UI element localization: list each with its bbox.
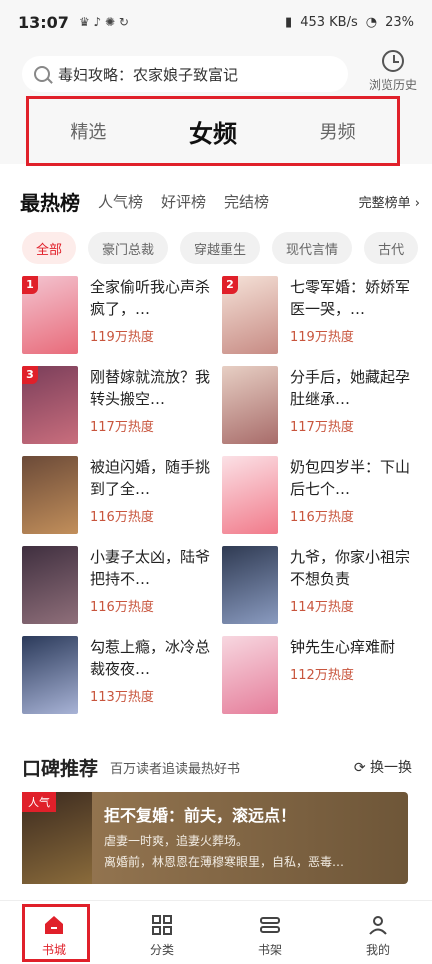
- book-cover: [222, 456, 278, 534]
- book-item[interactable]: 1 全家偷听我心声杀疯了，… 119万热度: [22, 276, 212, 354]
- book-cover: [222, 366, 278, 444]
- book-info: 拒不复婚：前夫，滚远点！ 虐妻一时爽，追妻火葬场。 离婚前，林恩恩在薄穆寒眼里，…: [92, 792, 406, 884]
- book-item[interactable]: 分手后，她藏起孕肚继承… 117万热度: [222, 366, 412, 444]
- history-button[interactable]: 浏览历史: [360, 50, 426, 100]
- book-title: 七零军婚：娇娇军医一哭，…: [290, 278, 411, 318]
- rank-badge: 2: [222, 276, 238, 294]
- book-heat: 114万热度: [290, 600, 354, 615]
- recommended-book[interactable]: 人气 拒不复婚：前夫，滚远点！ 虐妻一时爽，追妻火葬场。 离婚前，林恩恩在薄穆寒…: [22, 792, 408, 884]
- grid-icon: [152, 915, 172, 935]
- chip-ancient[interactable]: 古代: [364, 232, 419, 264]
- hot-ranking-header: 最热榜 人气榜 好评榜 完结榜 完整榜单 ›: [20, 184, 420, 218]
- book-cover: [22, 546, 78, 624]
- bookshelf-icon: [260, 917, 280, 933]
- book-item[interactable]: 小妻子太凶，陆爷把持不… 116万热度: [22, 546, 212, 624]
- book-cover: 2: [222, 276, 278, 354]
- nav-highlight-box: [22, 904, 90, 962]
- nav-profile[interactable]: 我的: [324, 901, 432, 964]
- battery-level: 23%: [385, 14, 414, 30]
- hot-title: 最热榜: [20, 190, 80, 215]
- chip-rebirth[interactable]: 穿越重生: [180, 232, 261, 264]
- nav-bookshelf[interactable]: 书架: [216, 901, 324, 964]
- book-item[interactable]: 奶包四岁半：下山后七个… 116万热度: [222, 456, 412, 534]
- book-tagline: 虐妻一时爽，追妻火葬场。: [104, 834, 249, 848]
- search-input[interactable]: 毒妇攻略：农家娘子致富记: [22, 56, 348, 92]
- full-ranking-link[interactable]: 完整榜单 ›: [359, 192, 420, 211]
- nav-label: 分类: [149, 943, 174, 957]
- book-title: 九爷，你家小祖宗不想负责: [290, 548, 411, 588]
- book-cover: 1: [22, 276, 78, 354]
- book-heat: 116万热度: [290, 510, 354, 525]
- rank-tab-popular[interactable]: 人气榜: [98, 191, 143, 212]
- recommend-header: 口碑推荐 百万读者追读最热好书 ⟳ 换一换: [22, 754, 412, 780]
- book-title: 被迫闪婚，随手挑到了全…: [90, 458, 211, 498]
- rank-badge: 3: [22, 366, 38, 384]
- book-item[interactable]: 勾惹上瘾，冰冷总裁夜夜… 113万热度: [22, 636, 212, 714]
- book-item[interactable]: 2 七零军婚：娇娇军医一哭，… 119万热度: [222, 276, 412, 354]
- nav-label: 书架: [257, 943, 282, 957]
- book-heat: 117万热度: [290, 420, 354, 435]
- user-icon: [369, 916, 387, 935]
- network-speed: 453 KB/s: [300, 14, 358, 30]
- rank-tab-rated[interactable]: 好评榜: [161, 191, 206, 212]
- book-title: 勾惹上瘾，冰冷总裁夜夜…: [90, 638, 211, 678]
- rank-badge: 1: [22, 276, 38, 294]
- refresh-button[interactable]: ⟳ 换一换: [354, 757, 412, 777]
- book-heat: 119万热度: [290, 330, 354, 345]
- chip-ceo[interactable]: 豪门总裁: [88, 232, 169, 264]
- chip-all[interactable]: 全部: [22, 232, 77, 264]
- channel-tabs: 精选 女频 男频: [26, 96, 400, 166]
- book-title: 全家偷听我心声杀疯了，…: [90, 278, 211, 318]
- book-heat: 113万热度: [90, 690, 154, 705]
- book-cover: [222, 636, 278, 714]
- recommend-subtitle: 百万读者追读最热好书: [110, 761, 241, 777]
- status-bar: 13:07 ♛ ♪ ✺ ↻ ▮ 453 KB/s ◔ 23%: [0, 0, 432, 44]
- tab-female[interactable]: 女频: [189, 114, 237, 149]
- book-item[interactable]: 九爷，你家小祖宗不想负责 114万热度: [222, 546, 412, 624]
- book-item[interactable]: 被迫闪婚，随手挑到了全… 116万热度: [22, 456, 212, 534]
- history-label: 浏览历史: [368, 78, 417, 92]
- book-cover: [22, 456, 78, 534]
- rank-tab-finished[interactable]: 完结榜: [224, 191, 269, 212]
- clock-icon: [382, 50, 404, 72]
- tab-featured[interactable]: 精选: [70, 118, 106, 144]
- book-cover: 人气: [22, 792, 92, 884]
- book-title: 刚替嫁就流放？我转头搬空…: [90, 368, 211, 408]
- book-item[interactable]: 3 刚替嫁就流放？我转头搬空… 117万热度: [22, 366, 212, 444]
- book-title: 分手后，她藏起孕肚继承…: [290, 368, 411, 408]
- book-heat: 116万热度: [90, 600, 154, 615]
- book-heat: 116万热度: [90, 510, 154, 525]
- vibrate-icon: ▮: [285, 14, 293, 30]
- nav-label: 我的: [365, 943, 390, 957]
- book-summary: 离婚前，林恩恩在薄穆寒眼里，自私，恶毒…: [104, 855, 345, 869]
- search-icon: [34, 66, 50, 82]
- status-icons: ♛ ♪ ✺ ↻: [78, 15, 129, 29]
- book-heat: 119万热度: [90, 330, 154, 345]
- book-item[interactable]: 钟先生心痒难耐 112万热度: [222, 636, 412, 714]
- tab-male[interactable]: 男频: [320, 118, 356, 144]
- time: 13:07: [18, 12, 69, 32]
- wifi-icon: ◔: [365, 14, 378, 30]
- book-heat: 112万热度: [290, 668, 354, 683]
- book-title: 钟先生心痒难耐: [290, 638, 396, 656]
- book-heat: 117万热度: [90, 420, 154, 435]
- nav-category[interactable]: 分类: [108, 901, 216, 964]
- book-title: 小妻子太凶，陆爷把持不…: [90, 548, 211, 588]
- book-cover: 3: [22, 366, 78, 444]
- chip-modern[interactable]: 现代言情: [272, 232, 353, 264]
- book-title: 奶包四岁半：下山后七个…: [290, 458, 411, 498]
- book-cover: [222, 546, 278, 624]
- book-title: 拒不复婚：前夫，滚远点！: [104, 806, 297, 825]
- search-placeholder: 毒妇攻略：农家娘子致富记: [58, 65, 239, 84]
- status-right: ▮ 453 KB/s ◔ 23%: [285, 15, 414, 30]
- book-cover: [22, 636, 78, 714]
- category-chips: 全部 豪门总裁 穿越重生 现代言情 古代: [22, 232, 432, 266]
- popular-badge: 人气: [22, 792, 56, 812]
- recommend-title: 口碑推荐: [22, 757, 99, 780]
